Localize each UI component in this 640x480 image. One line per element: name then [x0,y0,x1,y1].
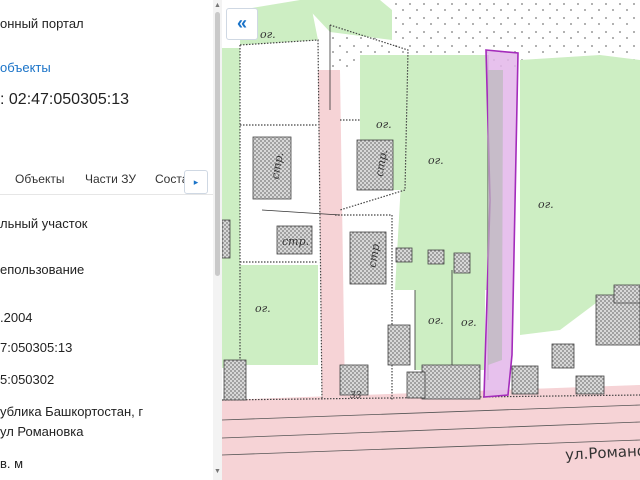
tab-parts[interactable]: Части ЗУ [85,172,136,186]
map-label-og: ог. [376,118,392,131]
tabs-next-button[interactable]: ▸ [184,170,208,194]
collapse-panel-button[interactable]: « [226,8,258,40]
map-label-og: ог. [538,198,554,211]
field-type: льный участок [0,216,88,231]
scroll-down-icon[interactable]: ▼ [214,468,221,475]
objects-link[interactable]: объекты [0,60,51,75]
field-area: в. м [0,456,24,471]
map-label-og: ог. [428,154,444,167]
map-label-number: 33 [350,391,362,401]
field-address-line1: ублика Башкортостан, г [0,404,144,419]
map-label-og: ог. [255,302,271,315]
map-label-og: ог. [260,28,276,41]
field-cadastral-number: 7:050305:13 [0,340,73,355]
tab-objects[interactable]: Объекты [15,172,65,186]
cadastral-number-heading: : 02:47:050305:13 [0,91,130,108]
panel-scrollbar[interactable]: ▲ ▼ [213,0,222,480]
map-label-str: стр. [282,235,309,248]
field-quarter: 5:050302 [0,372,55,387]
field-usage: епользование [0,262,85,277]
parcel-building [488,70,503,365]
cadastral-map[interactable]: ог. ог. ог. ог. ог. ог. ог. стр. стр. ст… [222,0,640,480]
green-area [233,265,318,365]
map-label-og: ог. [461,316,477,329]
double-chevron-left-icon: « [236,13,247,33]
portal-title: онный портал [0,16,84,31]
map-label-og: ог. [428,314,444,327]
road [300,400,345,430]
info-panel: онный портал объекты : 02:47:050305:13 О… [0,0,222,480]
scroll-up-icon[interactable]: ▲ [214,2,221,9]
field-address-line2: ул Романовка [0,424,84,439]
green-area [415,290,485,370]
scrollbar-thumb[interactable] [215,12,220,276]
map-canvas[interactable]: ог. ог. ог. ог. ог. ог. ог. стр. стр. ст… [222,0,640,480]
field-date: .2004 [0,310,33,325]
